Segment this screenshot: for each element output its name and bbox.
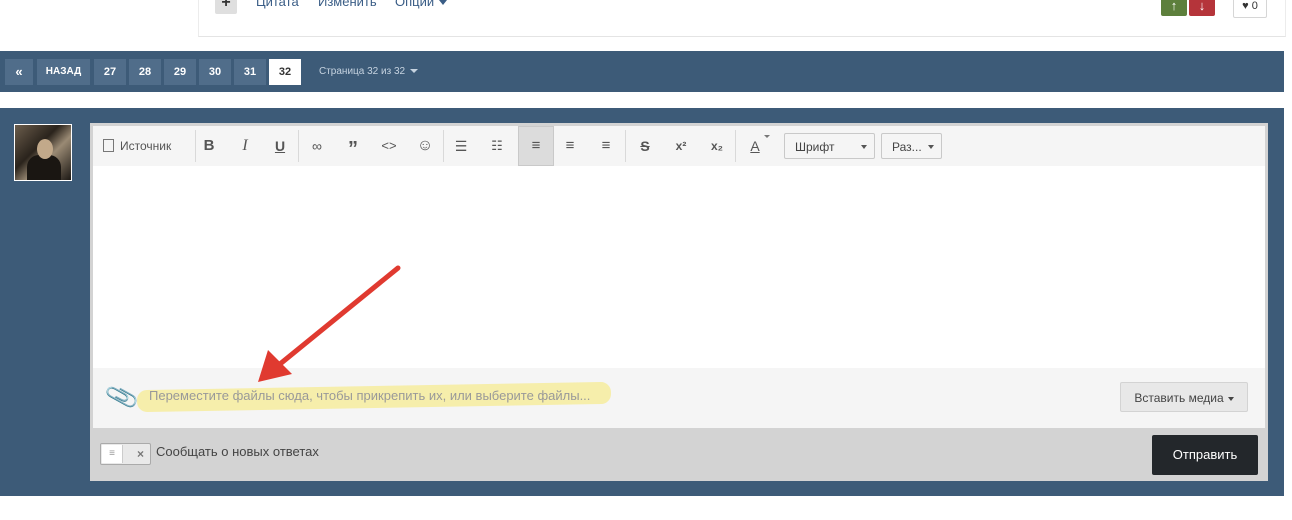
paperclip-icon: 📎 [103,379,141,416]
toolbar-divider [443,130,444,162]
bold-button[interactable]: B [197,126,221,166]
font-family-select[interactable]: Шрифт [784,133,875,159]
document-icon [103,139,114,153]
like-button[interactable]: ♥ 0 [1233,0,1267,18]
text-color-button[interactable]: A [743,126,767,166]
font-size-select[interactable]: Раз... [881,133,942,159]
insert-media-label: Вставить медиа [1134,391,1224,405]
align-center-button[interactable]: ≡ [558,126,582,166]
toggle-handle-icon: ≡ [102,445,123,463]
quick-reply-panel: Источник B I U ∞ ” <> ☺ ☰ ☷ ≡ ≡ ≡ S x² x… [0,108,1284,496]
strikethrough-button[interactable]: S [633,126,657,166]
source-button[interactable]: Источник [103,126,193,166]
toolbar-divider [625,130,626,162]
message-textarea[interactable] [93,166,1265,368]
page-button-27[interactable]: 27 [94,59,126,85]
code-button[interactable]: <> [377,126,401,166]
align-right-button[interactable]: ≡ [594,126,618,166]
chevron-down-icon [764,135,770,138]
notify-label: Сообщать о новых ответах [156,444,319,459]
align-center-icon: ≡ [565,137,575,154]
smilie-button[interactable]: ☺ [413,126,437,166]
quote-icon: ” [348,138,358,160]
toolbar-divider [735,130,736,162]
bullet-list-button[interactable]: ☰ [449,126,473,166]
attachment-dropzone[interactable]: 📎 Переместите файлы сюда, чтобы прикрепи… [93,368,1265,428]
multiquote-button[interactable]: + [215,0,237,14]
chevron-down-icon [439,0,448,6]
page-button-29[interactable]: 29 [164,59,196,85]
code-icon: <> [381,138,397,153]
link-icon: ∞ [312,138,322,154]
attach-placeholder[interactable]: Переместите файлы сюда, чтобы прикрепить… [149,388,590,403]
page-button-30[interactable]: 30 [199,59,231,85]
chevron-down-icon [861,145,867,149]
edit-link[interactable]: Изменить [318,0,377,9]
italic-button[interactable]: I [233,126,257,166]
post-actions-bar: + Цитата Изменить Опции ↑ ↓ ♥ 0 [198,0,1286,37]
page-button-31[interactable]: 31 [234,59,266,85]
toolbar-divider [298,130,299,162]
numbered-list-icon: ☷ [491,138,503,153]
font-select-label: Шрифт [795,140,835,154]
align-left-icon: ≡ [531,137,541,154]
quote-link[interactable]: Цитата [256,0,299,9]
like-count: 0 [1251,0,1258,12]
heart-icon: ♥ [1242,0,1249,12]
arrow-down-icon: ↓ [1198,0,1206,13]
bullet-list-icon: ☰ [454,138,468,154]
close-icon: × [136,447,144,461]
smile-icon: ☺ [416,137,434,154]
avatar [14,124,72,181]
align-right-icon: ≡ [601,137,611,154]
editor: Источник B I U ∞ ” <> ☺ ☰ ☷ ≡ ≡ ≡ S x² x… [90,123,1268,481]
options-dropdown[interactable]: Опции [395,0,448,9]
page-button-28[interactable]: 28 [129,59,161,85]
submit-button[interactable]: Отправить [1152,435,1258,475]
chevron-down-icon [928,145,934,149]
numbered-list-button[interactable]: ☷ [485,126,509,166]
underline-button[interactable]: U [268,126,292,166]
toolbar-divider [195,130,196,162]
link-button[interactable]: ∞ [305,126,329,166]
quote-button[interactable]: ” [341,126,365,166]
superscript-button[interactable]: x² [669,126,693,166]
chevron-down-icon [410,69,419,74]
page-jump-dropdown[interactable]: Страница 32 из 32 [319,59,419,85]
page-of-label: Страница 32 из 32 [319,66,406,77]
first-page-button[interactable]: « [5,59,33,85]
editor-toolbar: Источник B I U ∞ ” <> ☺ ☰ ☷ ≡ ≡ ≡ S x² x… [93,126,1265,166]
arrow-up-icon: ↑ [1170,0,1178,13]
notify-toggle[interactable]: ≡ × [100,443,151,465]
current-page-button[interactable]: 32 [269,59,301,85]
avatar-face [37,139,53,159]
insert-media-button[interactable]: Вставить медиа [1120,382,1248,412]
vote-down-button[interactable]: ↓ [1189,0,1215,16]
vote-up-button[interactable]: ↑ [1161,0,1187,16]
align-left-button[interactable]: ≡ [518,126,554,166]
subscript-button[interactable]: x₂ [705,126,729,166]
source-label: Источник [120,139,172,153]
chevron-down-icon [1227,396,1234,401]
prev-page-button[interactable]: НАЗАД [37,59,90,85]
options-label: Опции [395,0,435,9]
pagination-bar: « НАЗАД 27 28 29 30 31 32 Страница 32 из… [0,51,1284,92]
size-select-label: Раз... [892,140,922,154]
